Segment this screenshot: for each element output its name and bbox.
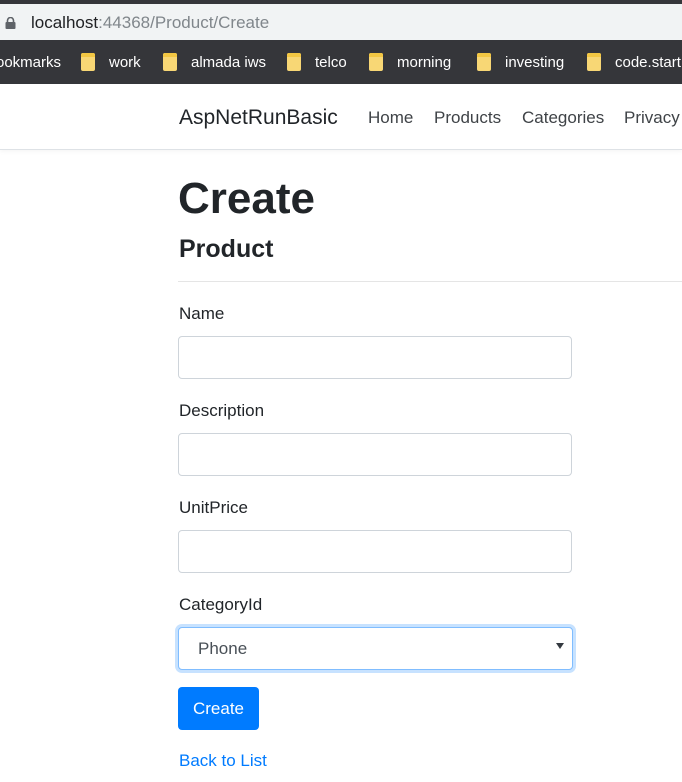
bookmark-label: ookmarks (0, 53, 62, 71)
bookmark-folder-almada-iws[interactable]: almada iws (163, 40, 266, 84)
name-label: Name (179, 304, 225, 323)
page-title: Create (178, 174, 315, 223)
url-path: :44368/Product/Create (98, 13, 270, 32)
back-to-list-link[interactable]: Back to List (179, 751, 267, 771)
create-button[interactable]: Create (178, 687, 259, 730)
bookmark-label: telco (315, 53, 347, 71)
folder-icon (287, 53, 301, 71)
folder-icon (587, 53, 601, 71)
nav-link-privacy[interactable]: Privacy (624, 108, 680, 128)
bookmark-folder-code-start[interactable]: code.start (587, 40, 681, 84)
bookmark-folder-morning[interactable]: morning (369, 40, 451, 84)
bookmark-label: almada iws (191, 53, 267, 71)
dropdown-caret-icon (556, 643, 564, 649)
address-bar[interactable]: localhost:44368/Product/Create (0, 0, 682, 40)
page-subtitle: Product (179, 235, 274, 263)
folder-icon (477, 53, 491, 71)
nav-link-home[interactable]: Home (368, 108, 413, 128)
bookmarks-bar: ookmarks work almada iws telco morning i… (0, 40, 682, 84)
bookmark-label: investing (505, 53, 565, 71)
lock-icon (5, 17, 16, 29)
bookmark-folder-telco[interactable]: telco (287, 40, 347, 84)
bookmark-item-bookmarks[interactable]: ookmarks (0, 40, 61, 84)
bookmark-label: work (109, 53, 141, 71)
folder-icon (163, 53, 177, 71)
bookmark-label: morning (397, 53, 452, 71)
folder-icon (369, 53, 383, 71)
site-navbar: AspNetRunBasic Home Products Categories … (0, 84, 682, 150)
folder-icon (81, 53, 95, 71)
unit-price-label: UnitPrice (179, 498, 248, 517)
bookmark-label: code.start (615, 53, 681, 71)
unit-price-input[interactable] (178, 530, 572, 573)
nav-link-categories[interactable]: Categories (522, 108, 604, 128)
name-input[interactable] (178, 336, 572, 379)
description-input[interactable] (178, 433, 572, 476)
bookmark-folder-investing[interactable]: investing (477, 40, 564, 84)
category-select[interactable]: Phone (178, 627, 573, 670)
category-selected-value: Phone (198, 639, 248, 658)
url-host: localhost (31, 13, 99, 32)
nav-link-products[interactable]: Products (434, 108, 501, 128)
navbar-brand[interactable]: AspNetRunBasic (179, 106, 338, 130)
url-text[interactable]: localhost:44368/Product/Create (31, 13, 269, 33)
bookmark-folder-work[interactable]: work (81, 40, 141, 84)
category-id-label: CategoryId (179, 595, 263, 614)
divider (178, 281, 682, 282)
description-label: Description (179, 401, 265, 420)
